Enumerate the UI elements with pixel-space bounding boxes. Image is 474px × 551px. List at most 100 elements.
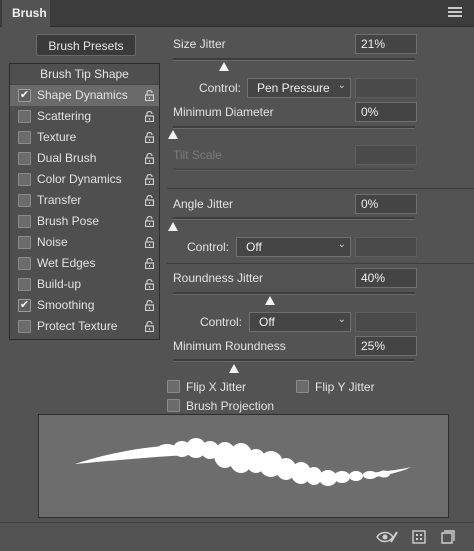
brush-stroke-preview (38, 414, 449, 518)
brush-option-noise[interactable]: Noise (10, 232, 159, 253)
size-control-value: Pen Pressure (257, 81, 330, 95)
min-roundness-slider[interactable] (173, 359, 415, 362)
size-jitter-slider[interactable] (173, 58, 415, 61)
option-label: Shape Dynamics (37, 88, 128, 102)
option-checkbox[interactable] (18, 131, 31, 144)
brush-projection-label: Brush Projection (186, 399, 275, 413)
min-diameter-thumb[interactable] (168, 130, 178, 139)
roundness-control-extra-field (355, 312, 417, 332)
roundness-jitter-label: Roundness Jitter (173, 271, 264, 285)
min-roundness-field[interactable]: 25% (355, 336, 417, 356)
option-checkbox[interactable]: ✔ (18, 89, 31, 102)
lock-icon[interactable] (145, 132, 154, 143)
brush-option-protect-texture[interactable]: Protect Texture (10, 316, 159, 337)
option-checkbox[interactable] (18, 236, 31, 249)
tilt-scale-field (355, 145, 417, 165)
option-checkbox[interactable] (18, 320, 31, 333)
brush-option-color-dynamics[interactable]: Color Dynamics (10, 169, 159, 190)
option-label: Texture (37, 130, 77, 144)
angle-jitter-thumb[interactable] (168, 222, 178, 231)
lock-icon[interactable] (145, 174, 154, 185)
angle-control-extra-field (355, 237, 417, 257)
brush-projection-checkbox[interactable] (167, 399, 180, 412)
tab-brush[interactable]: Brush (2, 0, 50, 27)
flip-x-label: Flip X Jitter (186, 380, 247, 394)
brush-option-wet-edges[interactable]: Wet Edges (10, 253, 159, 274)
brush-option-brush-pose[interactable]: Brush Pose (10, 211, 159, 232)
roundness-control-select[interactable]: Off ⌄ (249, 312, 351, 332)
roundness-control-value: Off (259, 315, 275, 329)
chevron-down-icon: ⌄ (337, 314, 346, 325)
angle-control-label: Control: (187, 240, 230, 254)
option-label: Protect Texture (37, 319, 118, 333)
brush-option-shape-dynamics[interactable]: ✔ Shape Dynamics (10, 85, 159, 106)
lock-icon[interactable] (145, 216, 154, 227)
size-jitter-thumb[interactable] (218, 62, 229, 71)
panel-menu-icon[interactable] (448, 5, 466, 21)
option-checkbox[interactable]: ✔ (18, 299, 31, 312)
option-label: Transfer (37, 193, 82, 207)
option-checkbox[interactable] (18, 278, 31, 291)
brush-settings-icon[interactable] (412, 530, 426, 544)
option-checkbox[interactable] (18, 152, 31, 165)
chevron-down-icon: ⌄ (337, 80, 346, 91)
section-divider (167, 188, 474, 189)
tilt-scale-slider (173, 168, 415, 171)
panel-footer (0, 522, 474, 551)
option-label: Color Dynamics (37, 172, 122, 186)
lock-icon[interactable] (145, 90, 154, 101)
min-diameter-slider[interactable] (173, 126, 415, 129)
option-checkbox[interactable] (18, 173, 31, 186)
size-control-fade-field (355, 78, 417, 98)
brush-option-dual-brush[interactable]: Dual Brush (10, 148, 159, 169)
brush-option-transfer[interactable]: Transfer (10, 190, 159, 211)
flip-x-checkbox[interactable] (167, 380, 180, 393)
option-label: Smoothing (37, 298, 95, 312)
flip-y-option[interactable]: Flip Y Jitter (296, 379, 426, 397)
flip-y-label: Flip Y Jitter (315, 380, 375, 394)
lock-icon[interactable] (145, 195, 154, 206)
chevron-down-icon: ⌄ (337, 239, 346, 250)
size-jitter-field[interactable]: 21% (355, 34, 417, 54)
roundness-control-label: Control: (200, 315, 243, 329)
brush-option-build-up[interactable]: Build-up (10, 274, 159, 295)
lock-icon[interactable] (145, 279, 154, 290)
lock-icon[interactable] (145, 321, 154, 332)
angle-control-select[interactable]: Off ⌄ (236, 237, 351, 257)
tilt-scale-label: Tilt Scale (173, 148, 222, 162)
new-brush-icon[interactable] (441, 530, 455, 544)
option-checkbox[interactable] (18, 215, 31, 228)
option-label: Scattering (37, 109, 92, 123)
min-diameter-field[interactable]: 0% (355, 102, 417, 122)
option-checkbox[interactable] (18, 257, 31, 270)
option-checkbox[interactable] (18, 110, 31, 123)
size-control-select[interactable]: Pen Pressure ⌄ (247, 78, 351, 98)
lock-icon[interactable] (145, 258, 154, 269)
size-jitter-label: Size Jitter (173, 37, 226, 51)
lock-icon[interactable] (145, 237, 154, 248)
brush-presets-button[interactable]: Brush Presets (36, 34, 136, 56)
angle-jitter-slider[interactable] (173, 217, 415, 220)
min-roundness-thumb[interactable] (228, 364, 239, 373)
roundness-jitter-field[interactable]: 40% (355, 268, 417, 288)
panel-tabbar: Brush (0, 0, 474, 27)
angle-jitter-field[interactable]: 0% (355, 194, 417, 214)
min-diameter-label: Minimum Diameter (173, 105, 274, 119)
option-label: Noise (37, 235, 68, 249)
flip-x-option[interactable]: Flip X Jitter (167, 379, 307, 397)
section-divider (167, 263, 474, 264)
option-checkbox[interactable] (18, 194, 31, 207)
brush-option-texture[interactable]: Texture (10, 127, 159, 148)
brush-option-smoothing[interactable]: ✔ Smoothing (10, 295, 159, 316)
brush-tip-shape-header[interactable]: Brush Tip Shape (10, 64, 159, 85)
roundness-jitter-thumb[interactable] (264, 296, 275, 305)
lock-icon[interactable] (145, 111, 154, 122)
lock-icon[interactable] (145, 300, 154, 311)
option-label: Dual Brush (37, 151, 97, 165)
eye-brush-icon[interactable] (376, 530, 398, 544)
option-label: Brush Pose (37, 214, 100, 228)
lock-icon[interactable] (145, 153, 154, 164)
roundness-jitter-slider[interactable] (173, 292, 415, 295)
flip-y-checkbox[interactable] (296, 380, 309, 393)
brush-option-scattering[interactable]: Scattering (10, 106, 159, 127)
